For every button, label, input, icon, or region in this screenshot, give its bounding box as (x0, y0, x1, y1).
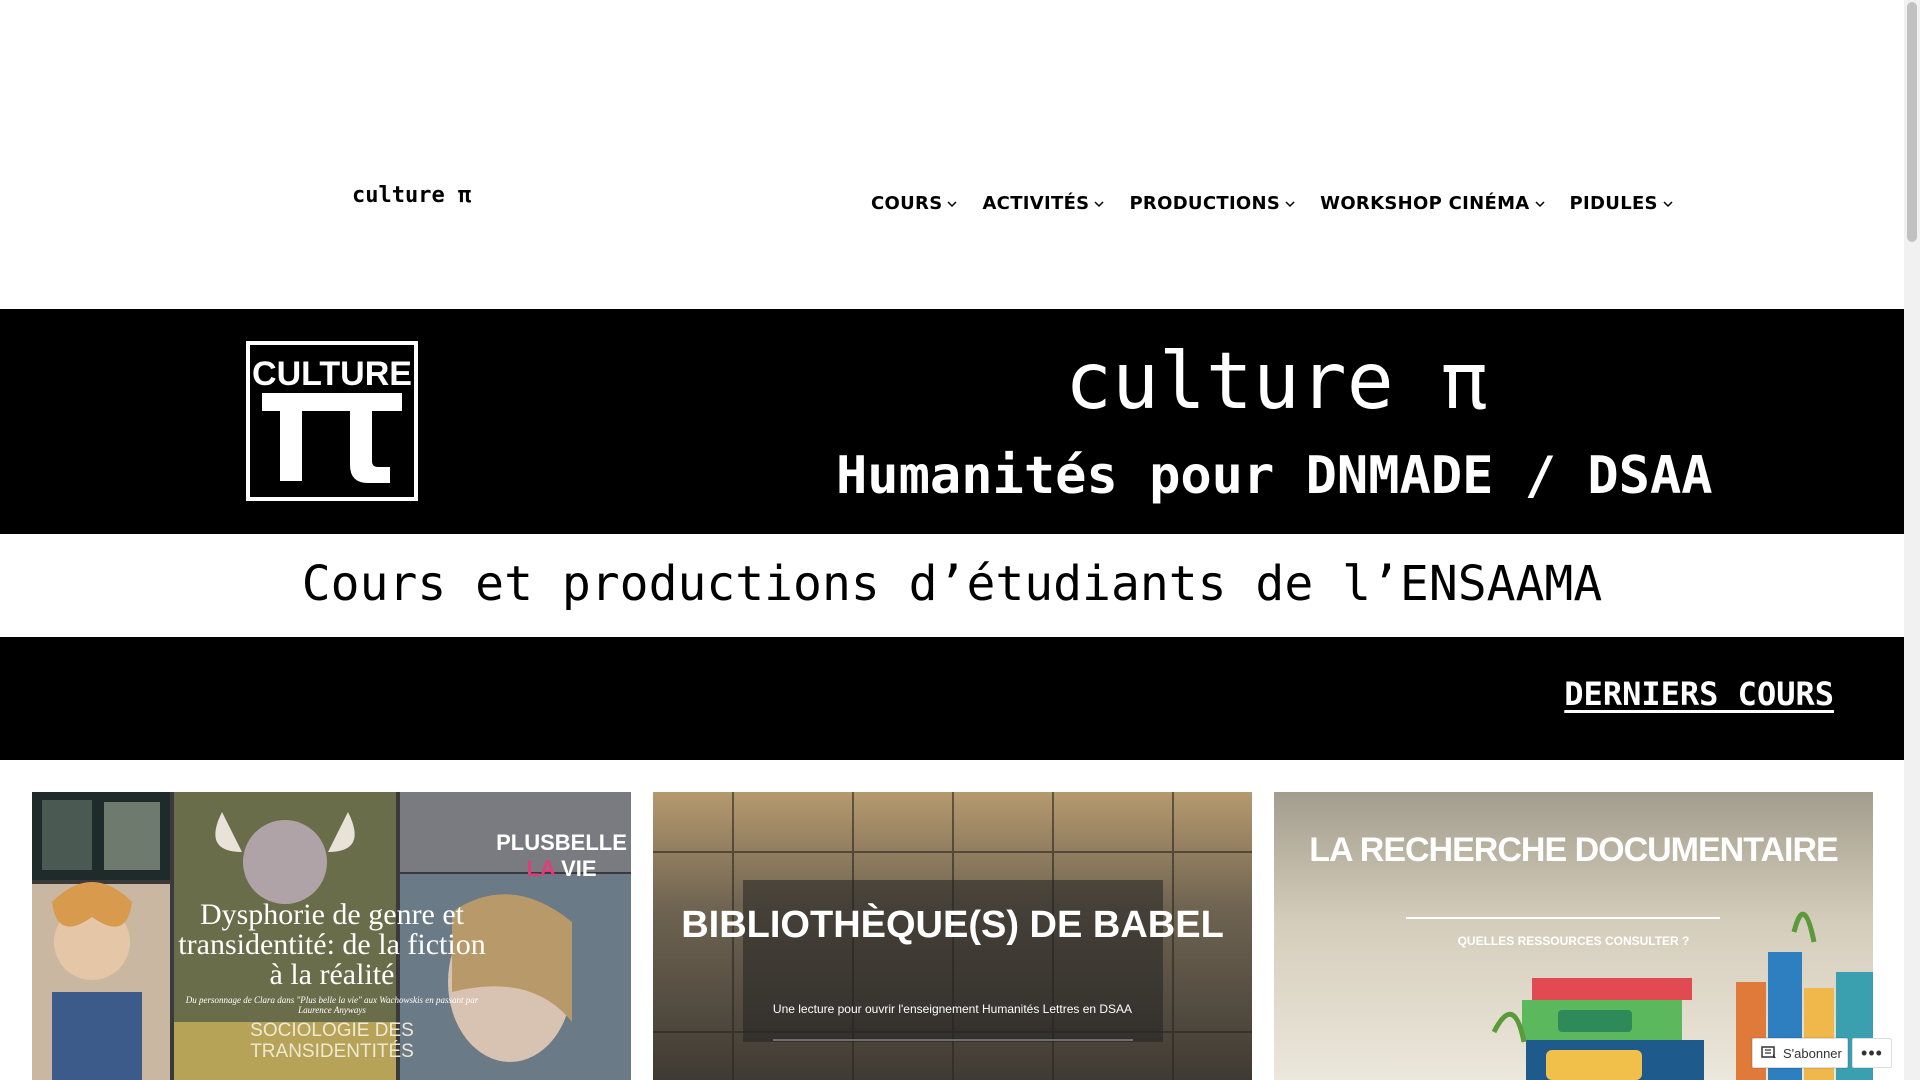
hero-banner: CULTURE culture π Humanités pour DNMADE … (0, 309, 1904, 534)
latest-courses-band: DERNIERS COURS (0, 637, 1904, 760)
chevron-down-icon (1662, 200, 1674, 208)
post-card-section: SOCIOLOGIE DES TRANSIDENTITÉS (250, 1020, 414, 1062)
post-card-recherche[interactable]: LA RECHERCHE DOCUMENTAIRE QUELLES RESSOU… (1274, 792, 1873, 1080)
page-scrollbar[interactable] (1904, 0, 1920, 1080)
more-options-button[interactable]: ••• (1852, 1038, 1892, 1068)
chevron-down-icon (1093, 200, 1105, 208)
subscribe-label: S'abonner (1783, 1045, 1842, 1061)
tagline-band: Cours et productions d’étudiants de l’EN… (0, 534, 1904, 637)
post-card-dysphorie[interactable]: PLUSBELLE LA VIE Dysphorie de genre et t… (32, 792, 631, 1080)
nav-item-workshop-cinema[interactable]: WORKSHOP CINÉMA (1320, 193, 1545, 214)
latest-courses-link[interactable]: DERNIERS COURS (1564, 675, 1834, 713)
chevron-down-icon (1534, 200, 1546, 208)
nav-item-pidules[interactable]: PIDULES (1570, 193, 1674, 214)
nav-item-label: PRODUCTIONS (1129, 193, 1281, 214)
tagline: Cours et productions d’étudiants de l’EN… (301, 556, 1603, 612)
site-title-link[interactable]: culture π (352, 183, 471, 208)
logo-word: CULTURE (252, 355, 412, 393)
post-card-babel[interactable]: BIBLIOTHÈQUE(S) DE BABEL Une lecture pou… (653, 792, 1252, 1080)
main-nav: COURS ACTIVITÉS PRODUCTIONS WORKSHOP CIN… (871, 193, 1698, 214)
nav-item-label: WORKSHOP CINÉMA (1320, 193, 1530, 214)
nav-item-activites[interactable]: ACTIVITÉS (982, 193, 1105, 214)
post-card-title: BIBLIOTHÈQUE(S) DE BABEL (681, 904, 1224, 946)
culture-pi-logo: CULTURE (246, 341, 418, 501)
hero-title: culture π (1065, 337, 1488, 427)
nav-item-label: COURS (871, 193, 943, 214)
post-card-title: Dysphorie de genre et transidentité: de … (178, 898, 486, 991)
subscribe-button[interactable]: S'abonner (1752, 1038, 1848, 1068)
nav-item-label: ACTIVITÉS (982, 193, 1090, 214)
hero-subtitle: Humanités pour DNMADE / DSAA (836, 446, 1713, 506)
chevron-down-icon (1284, 200, 1296, 208)
chevron-down-icon (946, 200, 958, 208)
post-card-title: LA RECHERCHE DOCUMENTAIRE (1309, 831, 1838, 869)
scrollbar-thumb[interactable] (1907, 2, 1917, 242)
post-card-subtitle: QUELLES RESSOURCES CONSULTER ? (1457, 934, 1690, 948)
site-header: culture π COURS ACTIVITÉS PRODUCTIONS WO… (0, 0, 1904, 309)
nav-item-cours[interactable]: COURS (871, 193, 958, 214)
reader-icon (1761, 1046, 1777, 1060)
title-divider (1406, 917, 1720, 919)
nav-item-label: PIDULES (1569, 193, 1658, 214)
post-card-subtitle: Une lecture pour ouvrir l'enseignement H… (772, 1002, 1133, 1016)
post-card-subtitle: Du personnage de Clara dans "Plus belle … (185, 995, 479, 1015)
nav-item-productions[interactable]: PRODUCTIONS (1129, 193, 1296, 214)
plus-belle-la-vie-logo: PLUSBELLE LA VIE (496, 830, 627, 881)
post-grid: PLUSBELLE LA VIE Dysphorie de genre et t… (32, 792, 1873, 1080)
